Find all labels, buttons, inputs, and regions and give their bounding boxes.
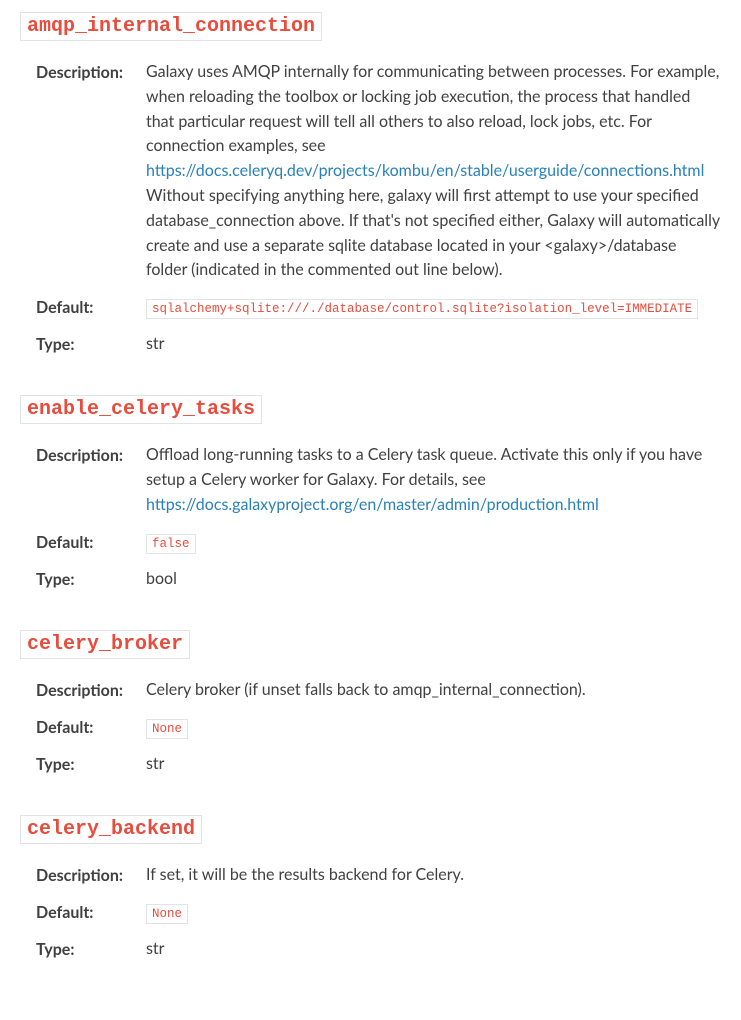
description-text-pre: Celery broker (if unset falls back to am… <box>146 680 586 699</box>
section-heading: celery_broker <box>20 630 721 660</box>
type-value: str <box>146 752 721 777</box>
type-label: Type: <box>36 937 146 962</box>
type-label: Type: <box>36 567 146 592</box>
config-section-enable_celery_tasks: enable_celery_tasks Description:Offload l… <box>20 395 721 591</box>
type-row: Type:bool <box>20 567 721 592</box>
default-row: Default:None <box>20 715 721 740</box>
default-row: Default:false <box>20 530 721 555</box>
config-section-celery_broker: celery_broker Description:Celery broker (… <box>20 630 721 777</box>
section-heading-code: enable_celery_tasks <box>20 395 262 424</box>
description-row: Description:Galaxy uses AMQP internally … <box>20 60 721 283</box>
default-code: None <box>146 904 188 924</box>
type-row: Type:str <box>20 752 721 777</box>
description-row: Description:Offload long-running tasks t… <box>20 443 721 517</box>
section-heading-code: celery_broker <box>20 630 190 659</box>
description-text-post: Without specifying anything here, galaxy… <box>146 186 720 279</box>
default-row: Default:None <box>20 900 721 925</box>
type-value: bool <box>146 567 721 592</box>
description-label: Description: <box>36 678 146 703</box>
description-link[interactable]: https://docs.celeryq.dev/projects/kombu/… <box>146 161 704 180</box>
section-heading-code: celery_backend <box>20 815 202 844</box>
description-text-pre: Galaxy uses AMQP internally for communic… <box>146 62 719 155</box>
default-code: None <box>146 719 188 739</box>
default-value: None <box>146 900 721 925</box>
section-heading: enable_celery_tasks <box>20 395 721 425</box>
type-value: str <box>146 332 721 357</box>
description-label: Description: <box>36 60 146 283</box>
default-label: Default: <box>36 715 146 740</box>
default-code: false <box>146 534 196 554</box>
description-row: Description:Celery broker (if unset fall… <box>20 678 721 703</box>
type-row: Type:str <box>20 937 721 962</box>
description-label: Description: <box>36 863 146 888</box>
default-label: Default: <box>36 900 146 925</box>
description-text-pre: If set, it will be the results backend f… <box>146 865 464 884</box>
description-value: Galaxy uses AMQP internally for communic… <box>146 60 721 283</box>
description-value: Celery broker (if unset falls back to am… <box>146 678 721 703</box>
section-heading: celery_backend <box>20 815 721 845</box>
default-code: sqlalchemy+sqlite:///./database/control.… <box>146 299 698 319</box>
default-label: Default: <box>36 295 146 320</box>
config-section-celery_backend: celery_backend Description:If set, it wil… <box>20 815 721 962</box>
section-heading: amqp_internal_connection <box>20 12 721 42</box>
description-text-pre: Offload long-running tasks to a Celery t… <box>146 445 702 489</box>
description-link[interactable]: https://docs.galaxyproject.org/en/master… <box>146 495 599 514</box>
description-value: If set, it will be the results backend f… <box>146 863 721 888</box>
description-label: Description: <box>36 443 146 517</box>
section-heading-code: amqp_internal_connection <box>20 12 322 41</box>
default-row: Default:sqlalchemy+sqlite:///./database/… <box>20 295 721 320</box>
default-value: None <box>146 715 721 740</box>
type-label: Type: <box>36 752 146 777</box>
description-row: Description:If set, it will be the resul… <box>20 863 721 888</box>
description-value: Offload long-running tasks to a Celery t… <box>146 443 721 517</box>
type-value: str <box>146 937 721 962</box>
default-value: sqlalchemy+sqlite:///./database/control.… <box>146 295 721 320</box>
default-value: false <box>146 530 721 555</box>
type-label: Type: <box>36 332 146 357</box>
config-section-amqp_internal_connection: amqp_internal_connection Description:Gala… <box>20 12 721 357</box>
default-label: Default: <box>36 530 146 555</box>
type-row: Type:str <box>20 332 721 357</box>
